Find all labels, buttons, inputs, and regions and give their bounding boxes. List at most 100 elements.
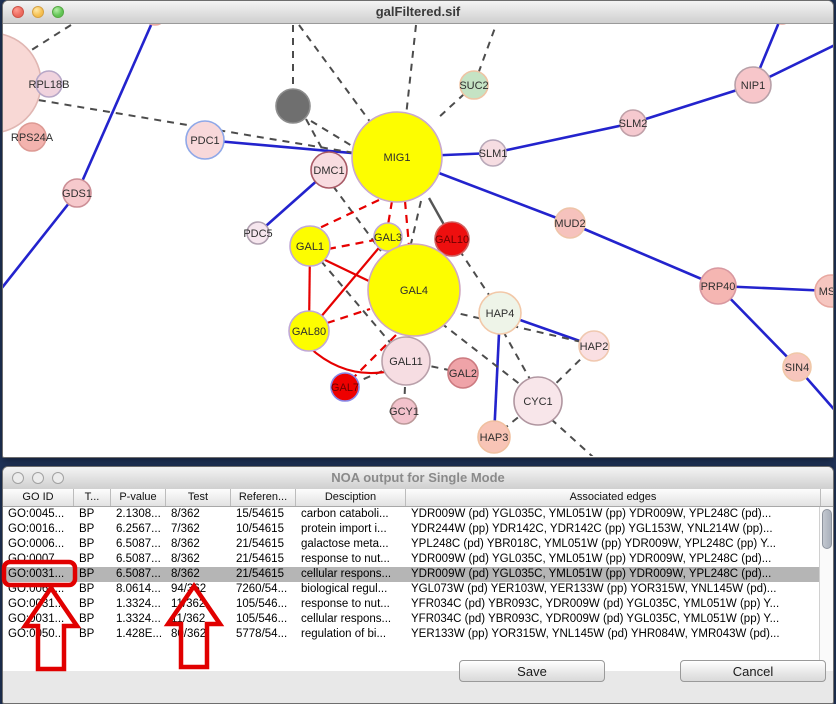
cell: 8/362 xyxy=(166,507,231,522)
table-row-8[interactable]: GO:0050...BP1.428E...80/3625778/54...reg… xyxy=(3,627,833,642)
cell: GO:0007... xyxy=(3,552,74,567)
cell: GO:0031... xyxy=(3,567,74,582)
node-label-DMC1: DMC1 xyxy=(313,165,344,177)
cell: galactose meta... xyxy=(296,537,406,552)
cell: response to nut... xyxy=(296,552,406,567)
cell: BP xyxy=(74,552,111,567)
table-row-1[interactable]: GO:0016...BP6.2567...7/36210/54615protei… xyxy=(3,522,833,537)
column-header-3[interactable]: Test xyxy=(166,489,231,506)
network-window-titlebar[interactable]: galFiltered.sif xyxy=(3,1,833,24)
cell: 6.2567... xyxy=(111,522,166,537)
column-header-5[interactable]: Desciption xyxy=(296,489,406,506)
node-label-SLM1: SLM1 xyxy=(479,148,508,160)
cell: 6.5087... xyxy=(111,537,166,552)
network-graph: RPL18BRPS24AGDS1PDC1MIG1DMC1SUC2SLM1SLM2… xyxy=(3,24,833,456)
cell: 15/54615 xyxy=(231,507,296,522)
cell: YDR009W (pd) YGL035C, YML051W (pp) YDR00… xyxy=(406,507,821,522)
network-edge xyxy=(313,200,379,231)
node-label-GCY1: GCY1 xyxy=(389,406,419,418)
cell: 11/362 xyxy=(166,597,231,612)
network-edge xyxy=(3,193,77,289)
cell: 8.0614... xyxy=(111,582,166,597)
cell: YFR034C (pd) YBR093C, YDR009W (pd) YGL03… xyxy=(406,612,821,627)
table-row-7[interactable]: GO:0031...BP1.3324...11/362105/546...cel… xyxy=(3,612,833,627)
cell: BP xyxy=(74,627,111,642)
table-row-4[interactable]: GO:0031...BP6.5087...8/36221/54615cellul… xyxy=(3,567,833,582)
node-label-RPS24A: RPS24A xyxy=(11,132,54,144)
cell: GO:0031... xyxy=(3,597,74,612)
network-edge xyxy=(311,121,357,149)
zoom-button[interactable] xyxy=(52,472,64,484)
cell: cellular respons... xyxy=(296,612,406,627)
cell: response to nut... xyxy=(296,597,406,612)
minimize-button[interactable] xyxy=(32,6,44,18)
close-button[interactable] xyxy=(12,472,24,484)
network-edge xyxy=(570,223,718,286)
cell: 8/362 xyxy=(166,537,231,552)
node-label-GAL2: GAL2 xyxy=(449,368,477,380)
cell: BP xyxy=(74,522,111,537)
column-header-1[interactable]: T... xyxy=(74,489,111,506)
node-label-PDC5: PDC5 xyxy=(243,228,272,240)
node-label-MSN: MSN xyxy=(819,286,833,298)
cell: BP xyxy=(74,597,111,612)
minimize-button[interactable] xyxy=(32,472,44,484)
column-header-4[interactable]: Referen... xyxy=(231,489,296,506)
cell: 105/546... xyxy=(231,612,296,627)
cell: 21/54615 xyxy=(231,567,296,582)
network-edge xyxy=(328,240,375,249)
table-row-5[interactable]: GO:0065...BP8.0614...94/3627260/54...bio… xyxy=(3,582,833,597)
table-row-6[interactable]: GO:0031...BP1.3324...11/362105/546...res… xyxy=(3,597,833,612)
node-label-RPL18B: RPL18B xyxy=(29,79,70,91)
cell: BP xyxy=(74,537,111,552)
column-header-2[interactable]: P-value xyxy=(111,489,166,506)
node-label-MUD2: MUD2 xyxy=(554,218,585,230)
cell: GO:0065... xyxy=(3,582,74,597)
cell: protein import i... xyxy=(296,522,406,537)
network-edge xyxy=(388,201,392,225)
column-header-0[interactable]: GO ID xyxy=(3,489,74,506)
cell: carbon cataboli... xyxy=(296,507,406,522)
table-row-0[interactable]: GO:0045...BP2.1308...8/36215/54615carbon… xyxy=(3,507,833,522)
cell: YPL248C (pd) YBR018C, YML051W (pp) YDR00… xyxy=(406,537,821,552)
column-header-6[interactable]: Associated edges xyxy=(406,489,821,506)
noa-window-titlebar[interactable]: NOA output for Single Mode xyxy=(3,467,833,490)
cell: 21/54615 xyxy=(231,537,296,552)
table-row-3[interactable]: GO:0007...BP6.5087...8/36221/54615respon… xyxy=(3,552,833,567)
node-dark-node[interactable] xyxy=(276,89,310,123)
node-label-GAL7: GAL7 xyxy=(331,382,359,394)
node-label-HAP2: HAP2 xyxy=(580,341,609,353)
cell: 2.1308... xyxy=(111,507,166,522)
cell: YFR034C (pd) YBR093C, YDR009W (pd) YGL03… xyxy=(406,597,821,612)
vertical-scrollbar[interactable] xyxy=(819,507,833,671)
node-edge-node-top[interactable] xyxy=(144,24,166,25)
cell: BP xyxy=(74,612,111,627)
cell: GO:0031... xyxy=(3,612,74,627)
cell: 21/54615 xyxy=(231,552,296,567)
cell: GO:0006... xyxy=(3,537,74,552)
cell: 1.428E... xyxy=(111,627,166,642)
node-label-HAP4: HAP4 xyxy=(486,308,515,320)
scrollbar-thumb[interactable] xyxy=(822,509,832,549)
close-button[interactable] xyxy=(12,6,24,18)
zoom-button[interactable] xyxy=(52,6,64,18)
cell: GO:0016... xyxy=(3,522,74,537)
node-label-SLM2: SLM2 xyxy=(619,118,648,130)
cell: 5778/54... xyxy=(231,627,296,642)
cell: 6.5087... xyxy=(111,567,166,582)
node-label-GAL3: GAL3 xyxy=(374,232,402,244)
node-label-GDS1: GDS1 xyxy=(62,188,92,200)
cell: biological regul... xyxy=(296,582,406,597)
save-button[interactable]: Save xyxy=(459,660,605,682)
network-canvas[interactable]: RPL18BRPS24AGDS1PDC1MIG1DMC1SUC2SLM1SLM2… xyxy=(3,24,833,456)
table-body: GO:0045...BP2.1308...8/36215/54615carbon… xyxy=(3,507,833,642)
cell: BP xyxy=(74,582,111,597)
node-label-GAL10: GAL10 xyxy=(435,234,469,246)
node-label-CYC1: CYC1 xyxy=(523,396,552,408)
table-row-2[interactable]: GO:0006...BP6.5087...8/36221/54615galact… xyxy=(3,537,833,552)
cell: 7/362 xyxy=(166,522,231,537)
node-label-PRP40: PRP40 xyxy=(701,281,736,293)
window-controls xyxy=(12,6,64,18)
node-label-HAP3: HAP3 xyxy=(480,432,509,444)
cancel-button[interactable]: Cancel xyxy=(680,660,826,682)
